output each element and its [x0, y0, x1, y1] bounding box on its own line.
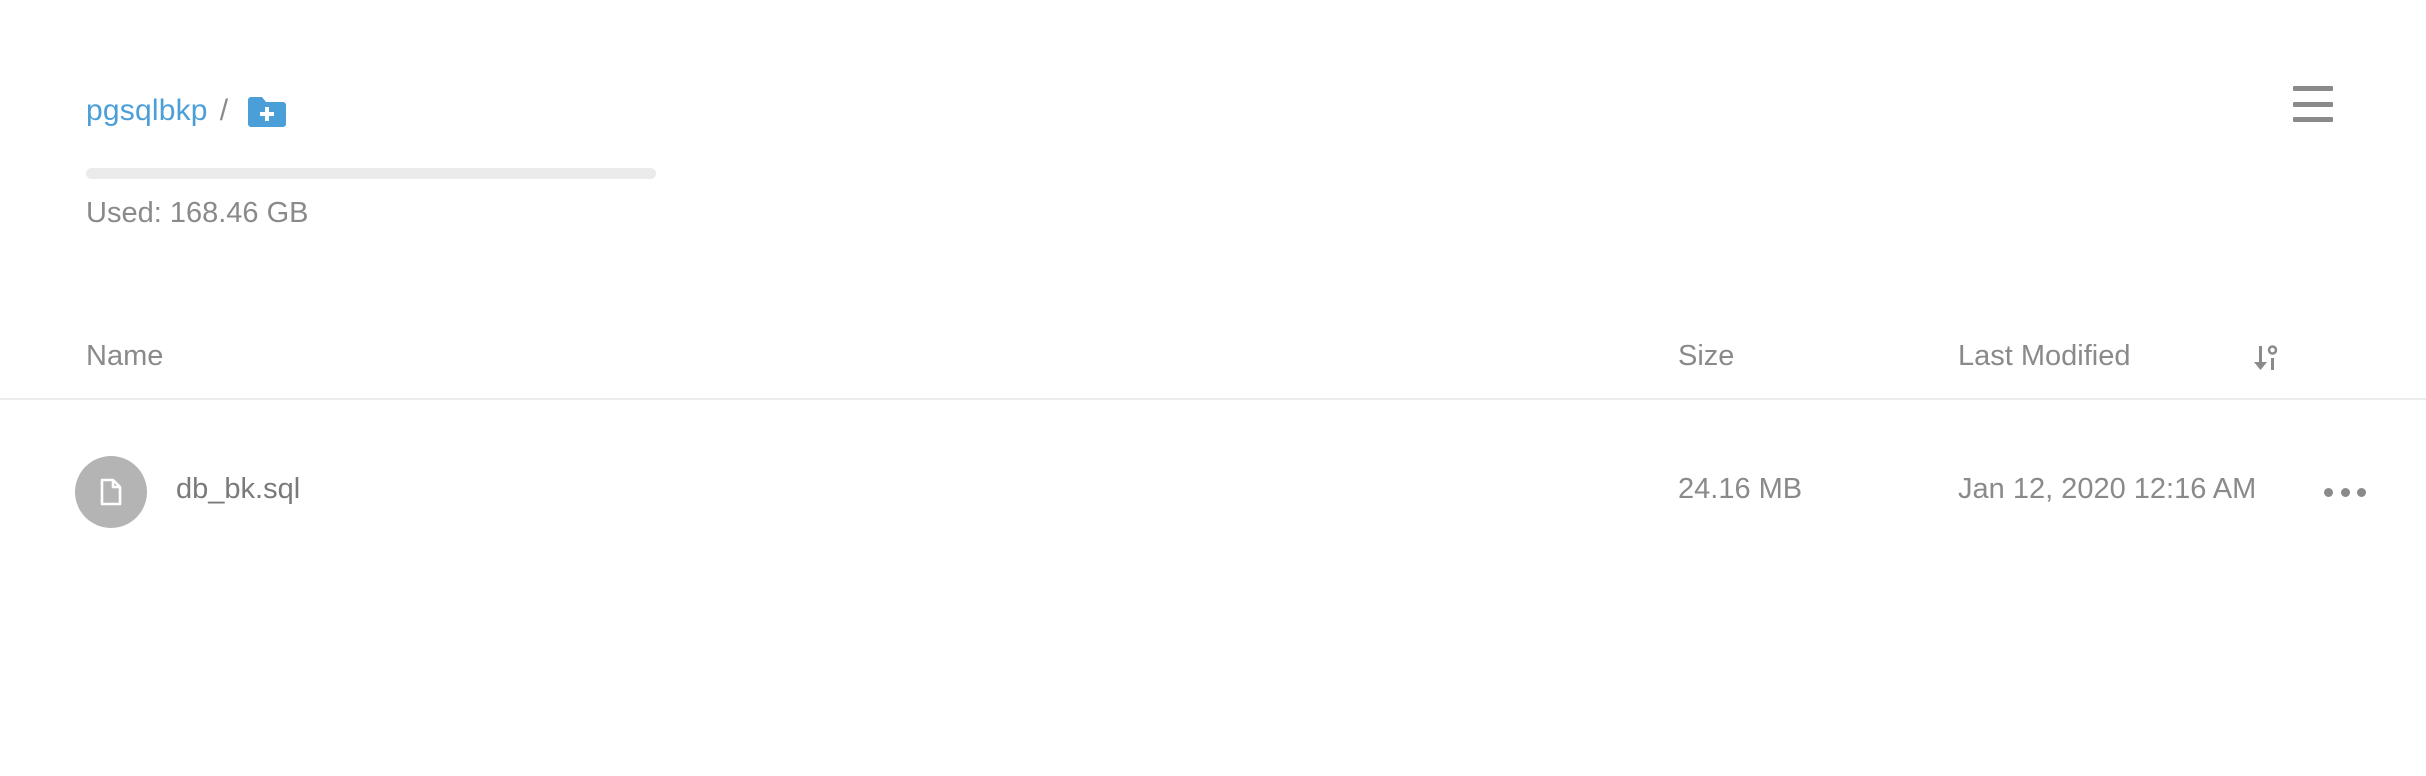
add-folder-button[interactable]: [246, 94, 288, 128]
document-icon: [100, 478, 122, 506]
header: pgsqlbkp / Used: 168.46 GB: [0, 0, 2426, 300]
usage-label: Used: 168.46 GB: [86, 197, 309, 229]
menu-bar: [2293, 117, 2333, 122]
menu-bar: [2293, 101, 2333, 107]
column-header-size[interactable]: Size: [1678, 340, 1734, 373]
sort-descending-icon: [2254, 345, 2278, 370]
file-browser-page: pgsqlbkp / Used: 168.46 GB Name Size Las…: [0, 0, 2426, 776]
sort-toggle-button[interactable]: [2252, 342, 2282, 374]
file-icon: [75, 456, 147, 528]
table-row[interactable]: db_bk.sql 24.16 MB Jan 12, 2020 12:16 AM: [0, 420, 2426, 564]
breadcrumb: pgsqlbkp /: [86, 90, 288, 132]
hamburger-menu-icon[interactable]: [2293, 86, 2333, 122]
breadcrumb-bucket-link[interactable]: pgsqlbkp: [86, 94, 208, 128]
column-header-name[interactable]: Name: [86, 340, 163, 373]
column-header-last-modified[interactable]: Last Modified: [1958, 340, 2131, 373]
table-header: Name Size Last Modified: [0, 330, 2426, 400]
breadcrumb-separator: /: [219, 94, 229, 127]
dot: [2324, 487, 2333, 497]
file-last-modified: Jan 12, 2020 12:16 AM: [1958, 473, 2257, 505]
folder-plus-icon: [248, 97, 287, 127]
menu-bar: [2293, 86, 2333, 91]
usage-progress-bar: [86, 168, 656, 179]
more-horizontal-icon[interactable]: [2324, 478, 2366, 506]
file-name[interactable]: db_bk.sql: [176, 473, 300, 506]
file-size: 24.16 MB: [1678, 473, 1803, 505]
dot: [2357, 487, 2366, 497]
dot: [2340, 487, 2350, 497]
